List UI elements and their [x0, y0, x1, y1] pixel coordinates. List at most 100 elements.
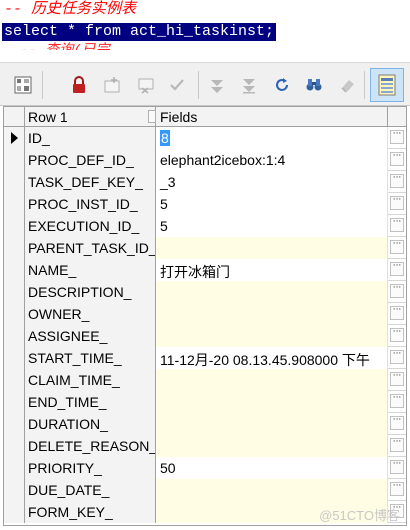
row-indicator[interactable] — [4, 303, 25, 325]
post-button[interactable] — [166, 74, 188, 96]
cell-editor-ellipsis-button[interactable] — [390, 328, 404, 342]
row-indicator[interactable] — [4, 435, 25, 457]
field-name-cell: PROC_DEF_ID_ — [25, 149, 156, 171]
lock-button[interactable] — [68, 74, 90, 96]
row-indicator[interactable] — [4, 149, 25, 171]
cell-editor-ellipsis-button[interactable] — [390, 416, 404, 430]
table-row[interactable]: PRIORITY_ 50 — [4, 457, 406, 479]
field-value-cell[interactable]: 5 — [156, 215, 388, 237]
field-value-cell[interactable] — [156, 303, 388, 325]
row-indicator[interactable] — [4, 193, 25, 215]
cell-editor-ellipsis-button[interactable] — [390, 438, 404, 452]
row-indicator[interactable] — [4, 457, 25, 479]
delete-record-button[interactable] — [135, 74, 157, 96]
single-record-view-button[interactable] — [370, 68, 404, 102]
cell-editor-ellipsis-button[interactable] — [390, 284, 404, 298]
cell-editor-ellipsis-button[interactable] — [390, 218, 404, 232]
grid-toolbar — [0, 62, 410, 106]
field-value-cell[interactable]: 11-12月-20 08.13.45.908000 下午 — [156, 347, 388, 369]
header-fields-label[interactable]: Fields — [156, 107, 388, 127]
cell-editor-ellipsis-button[interactable] — [390, 460, 404, 474]
cell-editor-ellipsis-button[interactable] — [390, 350, 404, 364]
field-name-cell: PARENT_TASK_ID_ — [25, 237, 156, 259]
last-record-button[interactable] — [238, 74, 260, 96]
cell-editor-ellipsis-button[interactable] — [390, 196, 404, 210]
field-value-cell[interactable] — [156, 281, 388, 303]
row-indicator[interactable] — [4, 479, 25, 501]
field-value-cell[interactable] — [156, 237, 388, 259]
table-row[interactable]: OWNER_ — [4, 303, 406, 325]
table-row[interactable]: DUE_DATE_ — [4, 479, 406, 501]
row-indicator[interactable] — [4, 391, 25, 413]
table-row[interactable]: ASSIGNEE_ — [4, 325, 406, 347]
refresh-button[interactable] — [271, 74, 293, 96]
table-row[interactable]: ID_ 8 — [4, 127, 406, 149]
field-name-cell: OWNER_ — [25, 303, 156, 325]
cell-editor-ellipsis-button[interactable] — [390, 262, 404, 276]
table-row[interactable]: PROC_INST_ID_ 5 — [4, 193, 406, 215]
table-row[interactable]: EXECUTION_ID_ 5 — [4, 215, 406, 237]
first-record-button[interactable] — [206, 74, 228, 96]
field-value-cell[interactable] — [156, 479, 388, 501]
table-row[interactable]: START_TIME_ 11-12月-20 08.13.45.908000 下午 — [4, 347, 406, 369]
field-value-cell[interactable]: 打开冰箱门 — [156, 259, 388, 281]
cell-editor-ellipsis-button[interactable] — [390, 394, 404, 408]
row-indicator[interactable] — [4, 413, 25, 435]
field-value-cell[interactable]: 50 — [156, 457, 388, 479]
row-indicator[interactable] — [4, 325, 25, 347]
table-row[interactable]: END_TIME_ — [4, 391, 406, 413]
row-indicator[interactable] — [4, 501, 25, 523]
cell-editor-ellipsis-button[interactable] — [390, 372, 404, 386]
row-indicator[interactable] — [4, 127, 25, 149]
field-name-cell: CLAIM_TIME_ — [25, 369, 156, 391]
field-name-cell: ASSIGNEE_ — [25, 325, 156, 347]
sql-editor[interactable]: -- 历史任务实例表 select * from act_hi_taskinst… — [0, 0, 410, 62]
cell-editor-ellipsis-button[interactable] — [390, 240, 404, 254]
row-indicator[interactable] — [4, 237, 25, 259]
field-value-cell[interactable]: 5 — [156, 193, 388, 215]
field-value-cell[interactable]: _3 — [156, 171, 388, 193]
field-value-cell[interactable]: 8 — [156, 127, 388, 149]
field-value-cell[interactable] — [156, 435, 388, 457]
row-indicator[interactable] — [4, 259, 25, 281]
watermark: @51CTO博客 — [319, 508, 400, 523]
find-binoculars-icon — [306, 79, 322, 91]
field-name-cell: DESCRIPTION_ — [25, 281, 156, 303]
table-row[interactable]: NAME_ 打开冰箱门 — [4, 259, 406, 281]
cell-editor-ellipsis-button[interactable] — [390, 130, 404, 144]
table-row[interactable]: CLAIM_TIME_ — [4, 369, 406, 391]
row-indicator[interactable] — [4, 347, 25, 369]
add-record-button[interactable] — [101, 74, 123, 96]
find-button[interactable] — [303, 74, 325, 96]
record-grid: Row 1 Fields ID_8PROC_DEF_ID_elephant2ic… — [3, 106, 407, 526]
row-indicator[interactable] — [4, 215, 25, 237]
cell-editor-ellipsis-button[interactable] — [390, 306, 404, 320]
field-name-cell: PRIORITY_ — [25, 457, 156, 479]
grid-options-button[interactable] — [12, 74, 34, 96]
table-row[interactable]: DURATION_ — [4, 413, 406, 435]
single-record-view-icon — [378, 74, 396, 96]
table-row[interactable]: PROC_DEF_ID_ elephant2icebox:1:4 — [4, 149, 406, 171]
table-row[interactable]: DELETE_REASON_ — [4, 435, 406, 457]
field-value-cell[interactable] — [156, 369, 388, 391]
field-name-cell: EXECUTION_ID_ — [25, 215, 156, 237]
row-indicator[interactable] — [4, 171, 25, 193]
field-name-cell: START_TIME_ — [25, 347, 156, 369]
row-indicator[interactable] — [4, 281, 25, 303]
cell-editor-ellipsis-button[interactable] — [390, 482, 404, 496]
field-value-cell[interactable] — [156, 391, 388, 413]
field-value-cell[interactable] — [156, 413, 388, 435]
field-value-cell[interactable] — [156, 325, 388, 347]
header-row-label[interactable]: Row 1 — [25, 107, 156, 127]
field-name-cell: TASK_DEF_KEY_ — [25, 171, 156, 193]
field-value-cell[interactable]: elephant2icebox:1:4 — [156, 149, 388, 171]
table-row[interactable]: TASK_DEF_KEY_ _3 — [4, 171, 406, 193]
table-row[interactable]: PARENT_TASK_ID_ — [4, 237, 406, 259]
cell-editor-ellipsis-button[interactable] — [390, 152, 404, 166]
cell-editor-ellipsis-button[interactable] — [390, 174, 404, 188]
clear-button[interactable] — [337, 74, 359, 96]
row-indicator[interactable] — [4, 369, 25, 391]
column-resize-handle[interactable] — [148, 110, 156, 123]
table-row[interactable]: DESCRIPTION_ — [4, 281, 406, 303]
post-checkmark-icon — [170, 79, 184, 91]
